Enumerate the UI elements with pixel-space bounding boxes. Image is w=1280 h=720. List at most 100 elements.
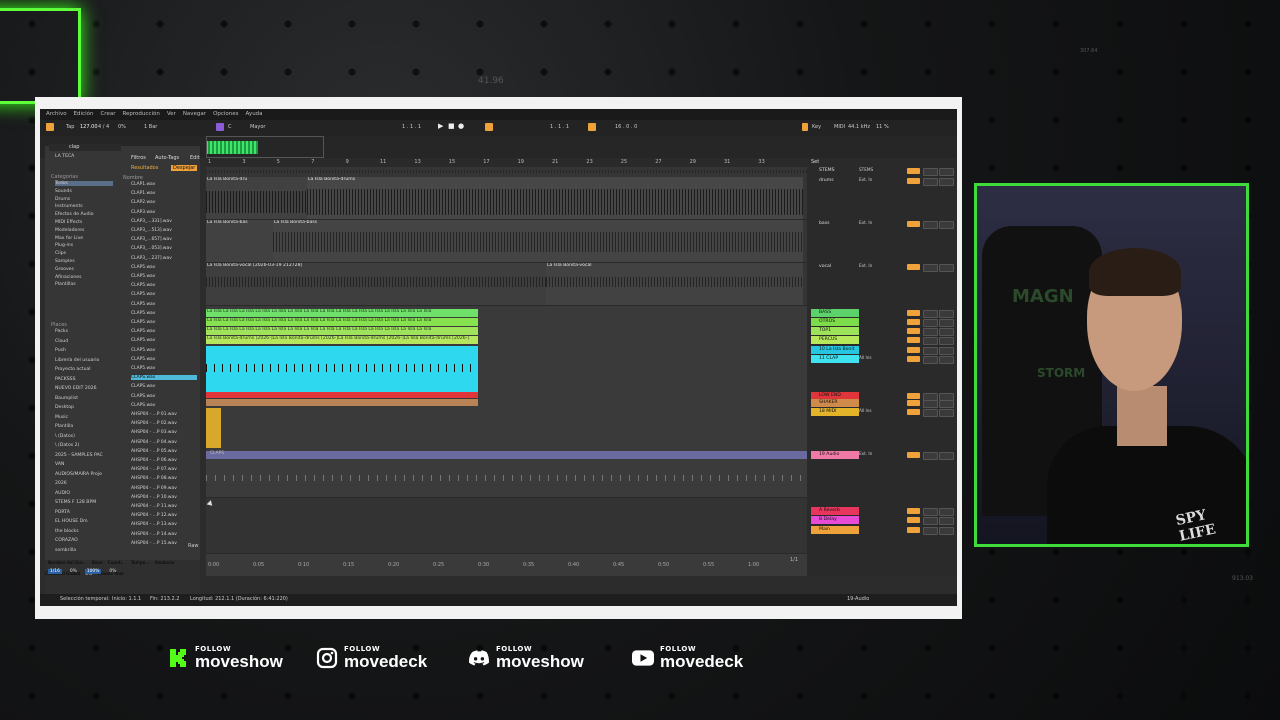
file-item[interactable]: CLAP3_...053].wav bbox=[131, 246, 172, 251]
track-lane-vocal[interactable]: La Isla Bonita-vocal [2026-03-19 212728]… bbox=[206, 263, 807, 306]
file-item[interactable]: AHSP04 - ...P 05.wav bbox=[131, 449, 177, 454]
place-item[interactable]: EL HOUSE Dm bbox=[55, 519, 88, 524]
track-number-box[interactable] bbox=[907, 168, 920, 174]
category-item[interactable]: Drums bbox=[55, 197, 70, 202]
automation-arm-icon[interactable] bbox=[485, 123, 493, 131]
file-item[interactable]: AHSP04 - ...P 15.wav bbox=[131, 541, 177, 546]
arm-button[interactable] bbox=[939, 508, 954, 516]
arm-button[interactable] bbox=[939, 527, 954, 535]
tap-button[interactable]: Tap bbox=[66, 124, 74, 130]
filters-toggle[interactable]: Filtros bbox=[131, 155, 146, 161]
solo-button[interactable] bbox=[923, 527, 938, 535]
menu-ayuda[interactable]: Ayuda bbox=[246, 109, 263, 120]
track-number-box[interactable] bbox=[907, 452, 920, 458]
menu-navegar[interactable]: Navegar bbox=[183, 109, 206, 120]
file-item[interactable]: CLAPS.wav bbox=[131, 403, 155, 408]
record-icon[interactable]: ● bbox=[458, 122, 464, 130]
track-name-1[interactable]: STEMS bbox=[811, 167, 859, 175]
place-item[interactable]: CORAZAO bbox=[55, 538, 78, 543]
category-item[interactable]: Sounds bbox=[55, 189, 72, 194]
place-item[interactable]: the blocks bbox=[55, 529, 79, 534]
file-item[interactable]: CLAP3_...657].wav bbox=[131, 237, 172, 242]
file-item[interactable]: AHSP04 - ...P 02.wav bbox=[131, 421, 177, 426]
track-input-select[interactable]: STEMS bbox=[859, 167, 873, 172]
loop-toggle-icon[interactable] bbox=[588, 123, 596, 131]
track-number-box[interactable] bbox=[907, 221, 920, 227]
menu-archivo[interactable]: Archivo bbox=[46, 109, 67, 120]
audio-clip[interactable]: La Isla Bonita-vocal [2026-03-19 212728] bbox=[206, 263, 546, 305]
category-item[interactable]: Plug-ins bbox=[55, 243, 73, 248]
tempo-field[interactable]: 127.00 bbox=[80, 124, 98, 130]
place-item[interactable]: Librería del usuario bbox=[55, 358, 99, 363]
social-youtube[interactable]: FOLLOW movedeck bbox=[632, 646, 743, 670]
social-instagram[interactable]: FOLLOW movedeck bbox=[316, 646, 427, 670]
place-item[interactable]: \ (Datos 2) bbox=[55, 443, 79, 448]
arm-button[interactable] bbox=[939, 347, 954, 355]
arm-button[interactable] bbox=[939, 319, 954, 327]
track-input-select[interactable]: Ext. In bbox=[859, 177, 872, 182]
place-item[interactable]: NUEVO EDIT 2026 bbox=[55, 386, 97, 391]
solo-button[interactable] bbox=[923, 264, 938, 272]
arm-button[interactable] bbox=[939, 310, 954, 318]
clap-clip[interactable] bbox=[206, 346, 478, 392]
file-item[interactable]: AHSP04 - ...P 09.wav bbox=[131, 486, 177, 491]
midi-clip-row-percus[interactable]: La Isla Bonita-drums [2026-]La Isla Boni… bbox=[206, 336, 478, 344]
file-item[interactable]: CLAP5.wav bbox=[131, 320, 155, 325]
time-ruler[interactable]: 0:00 0:05 0:10 0:15 0:20 0:25 0:30 0:35 0:40 0:45… bbox=[206, 562, 807, 572]
key-map-button[interactable]: Key bbox=[812, 124, 821, 130]
category-item[interactable]: MIDI Effects bbox=[55, 220, 82, 225]
track-number-box[interactable] bbox=[907, 347, 920, 353]
file-item[interactable]: CLAP5.wav bbox=[131, 311, 155, 316]
track-number-box[interactable] bbox=[907, 400, 920, 406]
track-number-box[interactable] bbox=[907, 178, 920, 184]
track-number-box[interactable] bbox=[907, 328, 920, 334]
track-name-5[interactable]: BASS bbox=[811, 309, 859, 317]
arm-button[interactable] bbox=[939, 409, 954, 417]
file-item[interactable]: AHSP04 - ...P 04.wav bbox=[131, 440, 177, 445]
track-name-7[interactable]: TOP1 bbox=[811, 327, 859, 335]
place-item[interactable]: Push bbox=[55, 348, 66, 353]
loop-length-field[interactable]: 16 . 0 . 0 bbox=[615, 124, 637, 130]
place-item[interactable]: Cloud bbox=[55, 339, 68, 344]
arm-button[interactable] bbox=[939, 400, 954, 408]
file-item[interactable]: CLAP1.wav bbox=[131, 182, 155, 187]
set-button[interactable]: Set bbox=[811, 159, 819, 165]
audio-clip[interactable]: La Isla Bonita-bass bbox=[273, 220, 803, 262]
overview-viewport[interactable] bbox=[206, 136, 324, 158]
track-number-box[interactable] bbox=[907, 310, 920, 316]
file-item[interactable]: AHSP04 - ...P 12.wav bbox=[131, 513, 177, 518]
place-item[interactable]: 2025 - SAMPLES PAC bbox=[55, 453, 103, 458]
file-item[interactable]: CLAPS.wav bbox=[131, 375, 197, 381]
menu-crear[interactable]: Crear bbox=[100, 109, 115, 120]
stop-icon[interactable]: ■ bbox=[448, 122, 455, 130]
solo-button[interactable] bbox=[923, 168, 938, 176]
browser-search-input[interactable]: clap bbox=[69, 144, 79, 150]
file-item[interactable]: CLAP5.wav bbox=[131, 283, 155, 288]
quantization-select[interactable]: 1 Bar bbox=[144, 124, 157, 130]
place-item[interactable]: STEMS F 128 BPM bbox=[55, 500, 96, 505]
arm-button[interactable] bbox=[939, 517, 954, 525]
file-item[interactable]: CLAP3.wav bbox=[131, 210, 155, 215]
place-item[interactable]: AUDIOS/MAIRA Proje bbox=[55, 472, 102, 477]
place-item[interactable]: Packs bbox=[55, 329, 68, 334]
low-end-clip[interactable] bbox=[206, 392, 478, 398]
menu-reproduccion[interactable]: Reproducción bbox=[122, 109, 159, 120]
place-item[interactable]: \ (Datos) bbox=[55, 434, 75, 439]
place-item[interactable]: sombrilla bbox=[55, 548, 76, 553]
arm-button[interactable] bbox=[939, 178, 954, 186]
edit-tags-button[interactable]: Edit bbox=[190, 155, 200, 161]
file-item[interactable]: AHSP04 - ...P 01.wav bbox=[131, 412, 177, 417]
shaker-clip[interactable] bbox=[206, 399, 478, 406]
menu-opciones[interactable]: Opciones bbox=[213, 109, 238, 120]
midi-clip-row-top1[interactable]: La Isla La Isla La Isla La Isla La Isla … bbox=[206, 327, 478, 335]
solo-button[interactable] bbox=[923, 347, 938, 355]
category-item[interactable]: Todos bbox=[55, 181, 113, 186]
file-item[interactable]: CLAP1.wav bbox=[131, 191, 155, 196]
place-item[interactable]: Desktop bbox=[55, 405, 74, 410]
track-name-12[interactable]: SHAKER bbox=[811, 399, 859, 407]
track-name-8[interactable]: PERCUS bbox=[811, 336, 859, 344]
loop-start-field[interactable]: 1 . 1 . 1 bbox=[550, 124, 569, 130]
key-select[interactable]: C bbox=[228, 124, 232, 130]
arm-button[interactable] bbox=[939, 337, 954, 345]
track-name-9[interactable]: 10 La Isla Bonit bbox=[811, 346, 859, 354]
